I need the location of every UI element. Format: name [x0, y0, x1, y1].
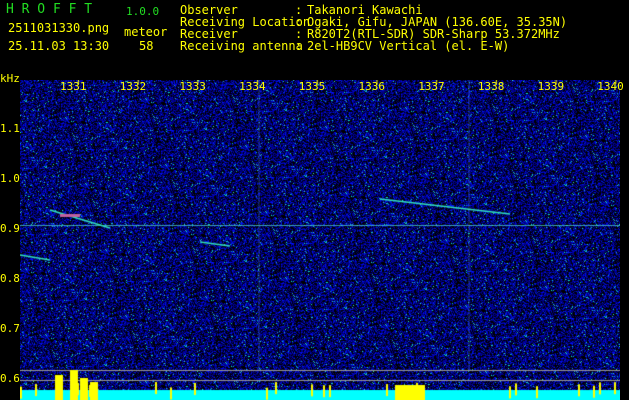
app-title: H R O F F T [6, 2, 93, 17]
x-tick-label: 1332 [119, 80, 147, 93]
file-name: 2511031330.png [8, 21, 110, 35]
x-tick-label: 1335 [298, 80, 326, 93]
datetime: 25.11.03 13:30 [8, 39, 110, 53]
y-tick-label: 0.7 [0, 322, 20, 335]
x-tick-label: 1339 [537, 80, 565, 93]
y-tick-label: 0.8 [0, 272, 20, 285]
x-tick-label: 1338 [477, 80, 505, 93]
waterfall-spectrogram [20, 80, 620, 400]
meteor-label: meteor [124, 25, 168, 39]
y-tick-label: 1.1 [0, 122, 20, 135]
y-tick-label: 1.0 [0, 172, 20, 185]
x-tick-label: 1334 [239, 80, 266, 93]
info-key: Receiving antenna [180, 39, 303, 53]
app-version: 1.0.0 [126, 5, 160, 18]
y-tick-label: 0.9 [0, 222, 20, 235]
y-unit: kHz [0, 72, 20, 85]
x-tick-label: 1340 [597, 80, 624, 93]
meteor-count: 58 [139, 39, 154, 53]
x-tick-label: 1337 [418, 80, 445, 93]
x-tick-label: 1333 [179, 80, 206, 93]
y-tick-label: 0.6 [0, 372, 20, 385]
info-value: 2el-HB9CV Vertical (el. E-W) [307, 39, 510, 53]
x-tick-label: 1336 [358, 80, 386, 93]
info-colon: : [295, 39, 303, 53]
x-tick-label: 1331 [60, 80, 87, 93]
